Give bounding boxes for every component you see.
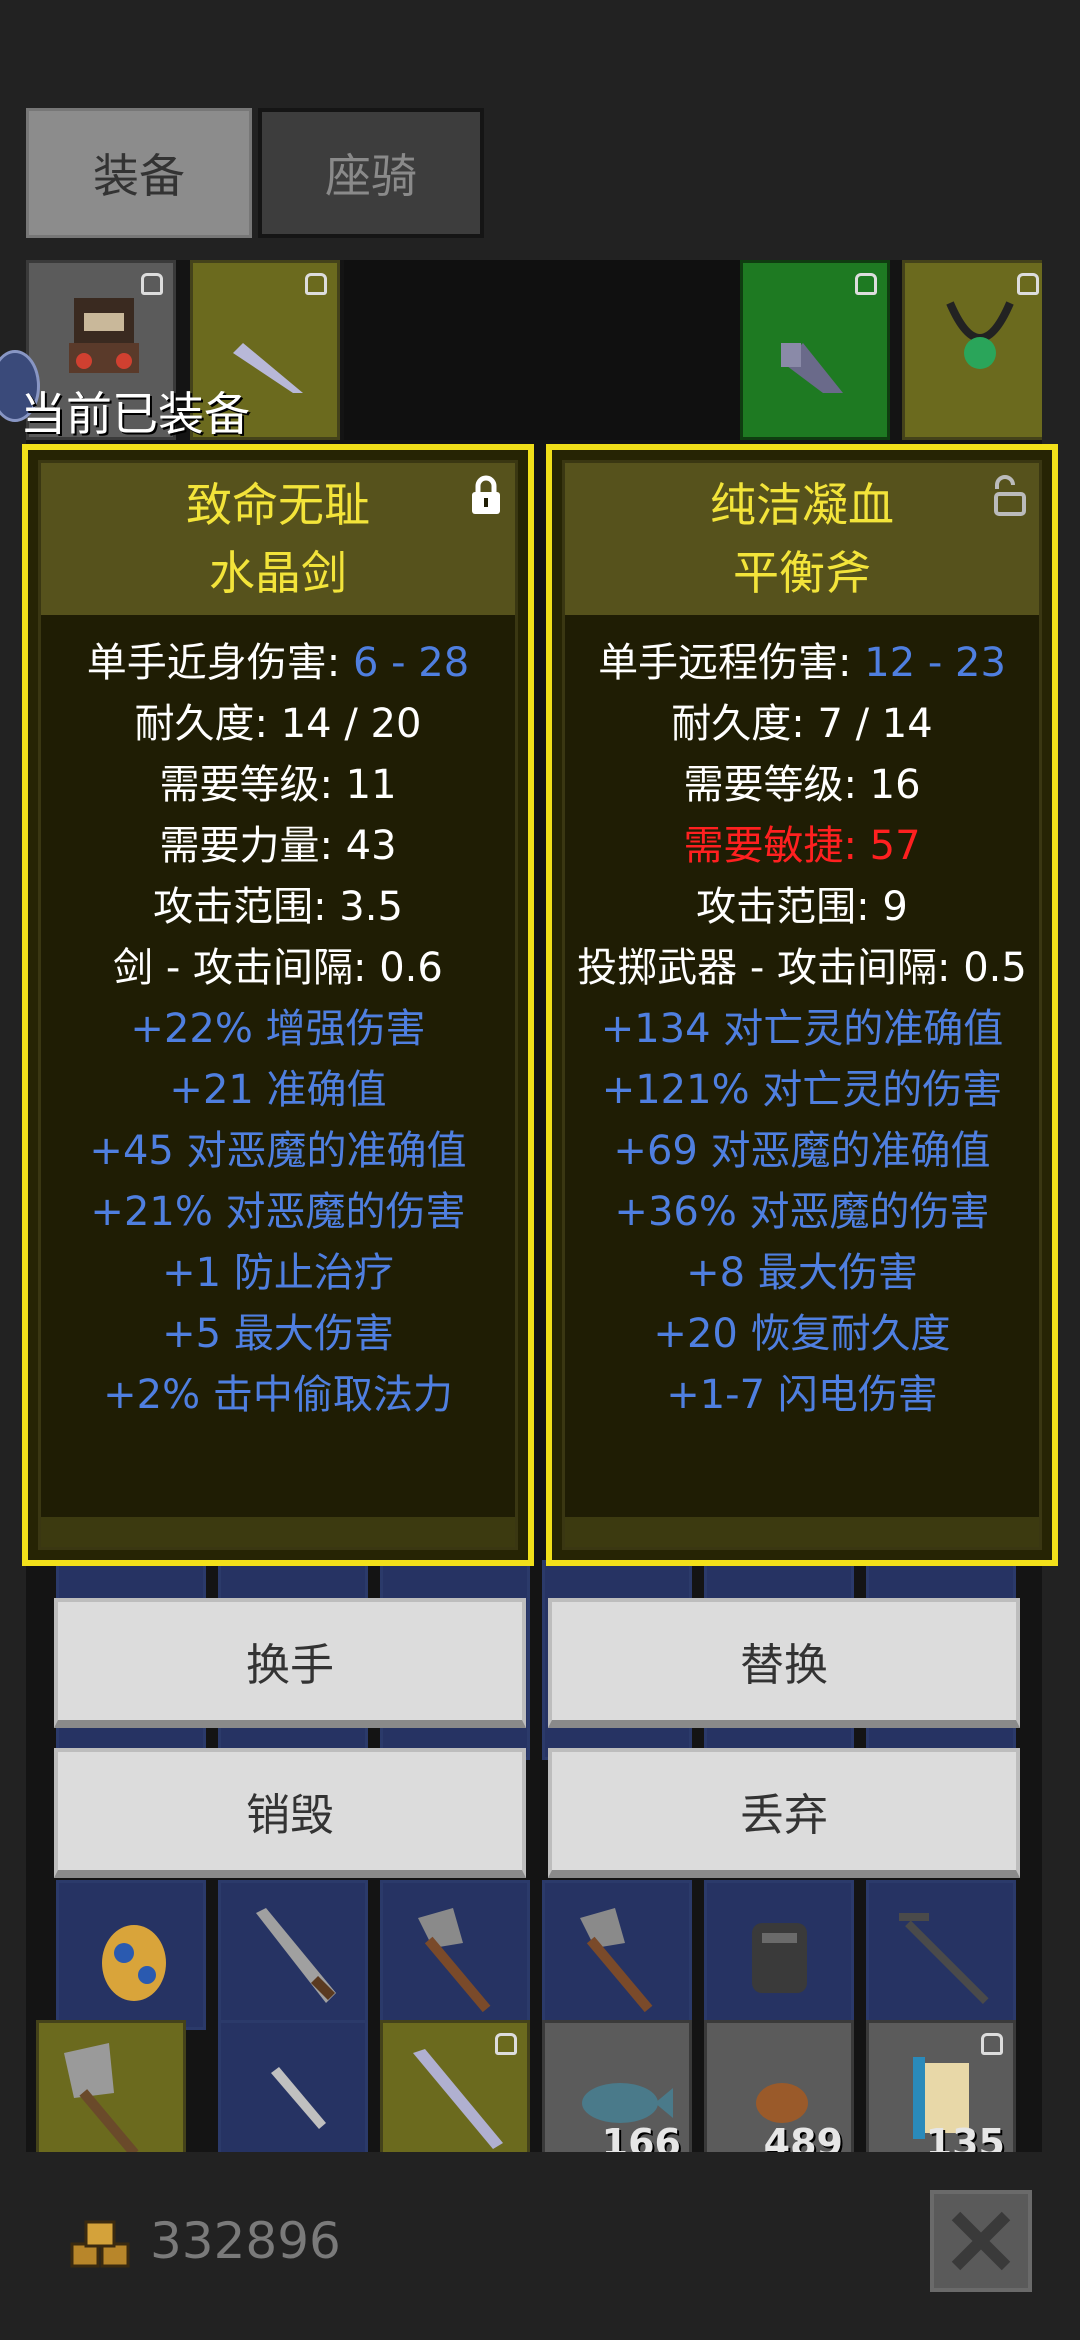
inventory-slot-axe[interactable] [380,1880,530,2030]
tab-bar: 装备 座骑 [26,108,484,238]
item-modifier: +2% 击中偷取法力 [103,1372,453,1418]
item-stats: 单手近身伤害: 6 - 28 耐久度: 14 / 20 需要等级: 11 需要力… [41,633,515,1426]
durability-stat: 耐久度: 14 / 20 [134,701,422,747]
dagger-icon [271,2067,326,2129]
item-count: 135 [925,2121,1005,2152]
equipped-label: 当前已装备 [20,387,250,441]
inventory-slot-scroll[interactable]: 135 [866,2020,1016,2152]
equipped-slot-offhand[interactable] [740,260,890,440]
trident-icon [899,1913,989,2004]
item-stats: 单手远程伤害: 12 - 23 耐久度: 7 / 14 需要等级: 16 需要敏… [565,633,1039,1426]
inventory-slot-dagger[interactable] [218,2020,368,2152]
item-modifier: +8 最大伤害 [686,1250,918,1296]
item-prefix: 致命无耻 [186,478,370,532]
tab-mount[interactable]: 座骑 [258,108,484,238]
item-modifier: +121% 对亡灵的伤害 [601,1067,1003,1113]
swap-hand-button[interactable]: 换手 [54,1598,526,1728]
level-requirement: 需要等级: 11 [159,762,397,808]
item-modifier: +1 防止治疗 [162,1250,394,1296]
character-preview [344,260,744,440]
sword-icon [413,2049,503,2149]
damage-stat: 单手远程伤害: 12 - 23 [598,640,1006,686]
item-tooltip-equipped: 致命无耻 水晶剑 单手近身伤害: 6 - 28 耐久度: 14 / 20 需要等… [22,444,534,1566]
item-modifier: +21% 对恶魔的伤害 [90,1189,466,1235]
inventory-slot-sword[interactable] [380,2020,530,2152]
item-base-name: 水晶剑 [209,546,347,600]
inventory-slot-trident[interactable] [866,1880,1016,2030]
item-title: 纯洁凝血 平衡斧 [565,463,1039,615]
item-modifier: +1-7 闪电伤害 [666,1372,938,1418]
item-modifier: +45 对恶魔的准确值 [89,1128,467,1174]
item-modifier: +36% 对恶魔的伤害 [614,1189,990,1235]
egg-icon [102,1925,166,2001]
unlock-icon[interactable] [993,475,1027,517]
lock-icon[interactable] [469,475,503,517]
gauntlet-icon [752,1923,807,1993]
item-modifier: +20 恢复耐久度 [653,1311,951,1357]
replace-button[interactable]: 替换 [548,1598,1020,1728]
amulet-icon [946,301,1014,369]
item-modifier: +5 最大伤害 [162,1311,394,1357]
speed-stat: 投掷武器 - 攻击间隔: 0.5 [577,945,1027,991]
item-modifier: +69 对恶魔的准确值 [613,1128,991,1174]
equipped-slot-amulet[interactable] [902,260,1042,440]
axe-icon [781,343,843,393]
axe-icon [580,1908,653,2013]
axe-icon [418,1908,491,2013]
attribute-requirement-unmet: 需要敏捷: 57 [683,823,921,869]
durability-stat: 耐久度: 7 / 14 [671,701,933,747]
tab-equipment[interactable]: 装备 [26,108,252,238]
attribute-requirement: 需要力量: 43 [159,823,397,869]
item-modifier: +22% 增强伤害 [130,1006,426,1052]
item-tooltip-selected: 纯洁凝血 平衡斧 单手远程伤害: 12 - 23 耐久度: 7 / 14 需要等… [546,444,1058,1566]
item-prefix: 纯洁凝血 [710,478,894,532]
item-modifier: +134 对亡灵的准确值 [600,1006,1004,1052]
item-count: 166 [601,2121,681,2152]
damage-stat: 单手近身伤害: 6 - 28 [86,640,470,686]
sword-icon [256,1908,336,2003]
item-base-name: 平衡斧 [733,546,871,600]
item-count: 489 [763,2121,843,2152]
battleaxe-icon [64,2043,139,2152]
panel-footer [565,1517,1039,1547]
item-modifier: +21 准确值 [169,1067,387,1113]
inventory-slot-battleaxe[interactable] [36,2020,186,2152]
close-button[interactable] [930,2190,1032,2292]
inventory-slot-gauntlet[interactable] [704,1880,854,2030]
range-stat: 攻击范围: 9 [696,884,908,930]
level-requirement: 需要等级: 16 [683,762,921,808]
inventory-slot-axe[interactable] [542,1880,692,2030]
inventory-slot-fish[interactable]: 166 [542,2020,692,2152]
sword-icon [233,343,303,393]
speed-stat: 剑 - 攻击间隔: 0.6 [113,945,443,991]
item-title: 致命无耻 水晶剑 [41,463,515,615]
gold-coins-icon [70,2220,130,2268]
inventory-slot-egg[interactable] [56,1880,206,2030]
inventory-slot-sword[interactable] [218,1880,368,2030]
armor-icon [69,298,139,373]
discard-button[interactable]: 丢弃 [548,1748,1020,1878]
inventory-slot-meat[interactable]: 489 [704,2020,854,2152]
close-icon [951,2211,1011,2271]
panel-footer [41,1517,515,1547]
range-stat: 攻击范围: 3.5 [153,884,403,930]
gold-amount: 332896 [150,2212,341,2270]
destroy-button[interactable]: 销毁 [54,1748,526,1878]
